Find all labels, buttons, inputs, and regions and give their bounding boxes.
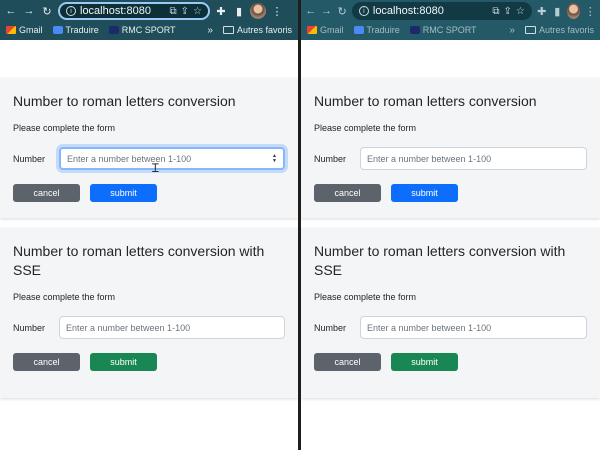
cancel-button[interactable]: cancel [314,353,381,371]
bookmark-traduire[interactable]: Traduire [52,25,99,35]
browser-toolbar: ← → ↻ i localhost:8080 ⧉ ⇪ ☆ ✚ ▮ ⋮ [0,1,298,21]
number-label: Number [314,153,347,164]
number-form-row: Number Enter a number between 1-100 [314,316,587,339]
number-label: Number [314,322,347,333]
reload-icon[interactable]: ↻ [336,4,348,18]
browser-toolbar: ← → ↻ i localhost:8080 ⧉ ⇪ ☆ ✚ ▮ ⋮ [301,1,600,21]
bookmark-gmail[interactable]: Gmail [307,25,344,35]
card-subtitle: Please complete the form [314,292,417,302]
card-title: Number to roman letters conversion [314,93,537,109]
forward-icon[interactable]: → [321,4,333,18]
translate-icon[interactable]: ⧉ [170,6,177,17]
number-label: Number [13,322,46,333]
number-input-placeholder: Enter a number between 1-100 [367,322,492,333]
screen: ← → ↻ i localhost:8080 ⧉ ⇪ ☆ ✚ ▮ ⋮ Gmail… [0,0,600,450]
card-subtitle: Please complete the form [314,123,417,133]
browser-window-left: ← → ↻ i localhost:8080 ⧉ ⇪ ☆ ✚ ▮ ⋮ Gmail… [0,0,298,450]
button-row: cancel submit [314,184,587,202]
card-subtitle: Please complete the form [13,123,116,133]
conversion-card: Number to roman letters conversion Pleas… [0,78,298,218]
bookmarks-more-button[interactable]: » [207,25,213,36]
submit-button[interactable]: submit [391,353,458,371]
translate-bookmark-icon [52,26,63,34]
number-input-placeholder: Enter a number between 1-100 [66,322,191,333]
text-cursor-icon: Ɪ [152,161,159,175]
address-bar[interactable]: i localhost:8080 ⧉ ⇪ ☆ [58,2,210,20]
address-text: localhost:8080 [80,5,151,17]
number-input-placeholder: Enter a number between 1-100 [67,153,192,164]
forward-icon[interactable]: → [22,4,36,18]
folder-icon [524,26,536,34]
bookmark-star-icon[interactable]: ☆ [193,6,202,17]
submit-button[interactable]: submit [90,184,157,202]
reload-icon[interactable]: ↻ [40,4,54,18]
rmc-logo-icon [108,26,119,34]
bookmark-folder-autres-favoris[interactable]: Autres favoris [524,25,594,35]
site-info-icon[interactable]: i [358,6,369,16]
number-input-placeholder: Enter a number between 1-100 [367,153,492,164]
rmc-logo-icon [409,26,420,34]
translate-bookmark-icon [353,26,364,34]
page-content: Number to roman letters conversion Pleas… [0,40,298,450]
cancel-button[interactable]: cancel [13,184,80,202]
card-subtitle: Please complete the form [13,292,116,302]
back-icon[interactable]: ← [305,4,317,18]
address-text: localhost:8080 [372,5,444,17]
extensions-icon[interactable]: ✚ [536,4,548,18]
side-panel-icon[interactable]: ▮ [552,4,564,18]
button-row: cancel submit [13,353,285,371]
profile-avatar[interactable] [567,3,581,19]
number-form-row: Number Enter a number between 1-100 ▲ ▼ [13,147,285,170]
sse-conversion-card: Number to roman letters conversion with … [0,228,298,398]
side-panel-icon[interactable]: ▮ [232,4,246,18]
button-row: cancel submit [314,353,587,371]
site-info-icon[interactable]: i [66,6,76,16]
gmail-icon [307,26,317,34]
bookmark-rmc-sport[interactable]: RMC SPORT [409,25,477,35]
sse-conversion-card: Number to roman letters conversion with … [301,228,600,398]
bookmarks-bar: Gmail Traduire RMC SPORT » Autres favori… [0,21,298,39]
card-title: Number to roman letters conversion [13,93,236,109]
number-label: Number [13,153,46,164]
translate-icon[interactable]: ⧉ [492,6,499,17]
profile-avatar[interactable] [250,3,266,19]
submit-button[interactable]: submit [391,184,458,202]
card-title: Number to roman letters conversion with … [314,243,566,278]
bookmark-star-icon[interactable]: ☆ [516,6,525,17]
number-input[interactable]: Enter a number between 1-100 [360,147,587,170]
menu-kebab-icon[interactable]: ⋮ [270,4,284,18]
number-input[interactable]: Enter a number between 1-100 ▲ ▼ [59,147,285,170]
number-form-row: Number Enter a number between 1-100 [314,147,587,170]
share-icon[interactable]: ⇪ [504,6,512,17]
cancel-button[interactable]: cancel [13,353,80,371]
extensions-icon[interactable]: ✚ [214,4,228,18]
browser-chrome: ← → ↻ i localhost:8080 ⧉ ⇪ ☆ ✚ ▮ ⋮ Gmail… [0,0,298,40]
bookmark-folder-autres-favoris[interactable]: Autres favoris [222,25,292,35]
folder-icon [222,26,234,34]
cancel-button[interactable]: cancel [314,184,381,202]
number-spinner-icon[interactable]: ▲ ▼ [272,153,277,164]
button-row: cancel submit [13,184,285,202]
back-icon[interactable]: ← [4,4,18,18]
number-input[interactable]: Enter a number between 1-100 [59,316,285,339]
browser-window-right: ← → ↻ i localhost:8080 ⧉ ⇪ ☆ ✚ ▮ ⋮ Gmail… [301,0,600,450]
submit-button[interactable]: submit [90,353,157,371]
page-content: Number to roman letters conversion Pleas… [301,40,600,450]
card-title: Number to roman letters conversion with … [13,243,265,278]
bookmark-gmail[interactable]: Gmail [6,25,43,35]
address-bar[interactable]: i localhost:8080 ⧉ ⇪ ☆ [351,2,532,20]
number-form-row: Number Enter a number between 1-100 [13,316,285,339]
browser-chrome: ← → ↻ i localhost:8080 ⧉ ⇪ ☆ ✚ ▮ ⋮ Gmail… [301,0,600,40]
bookmark-traduire[interactable]: Traduire [353,25,400,35]
conversion-card: Number to roman letters conversion Pleas… [301,78,600,218]
menu-kebab-icon[interactable]: ⋮ [584,4,596,18]
gmail-icon [6,26,16,34]
number-input[interactable]: Enter a number between 1-100 [360,316,587,339]
bookmarks-bar: Gmail Traduire RMC SPORT » Autres favori… [301,21,600,39]
bookmarks-more-button[interactable]: » [509,25,515,36]
bookmark-rmc-sport[interactable]: RMC SPORT [108,25,176,35]
share-icon[interactable]: ⇪ [181,6,189,17]
